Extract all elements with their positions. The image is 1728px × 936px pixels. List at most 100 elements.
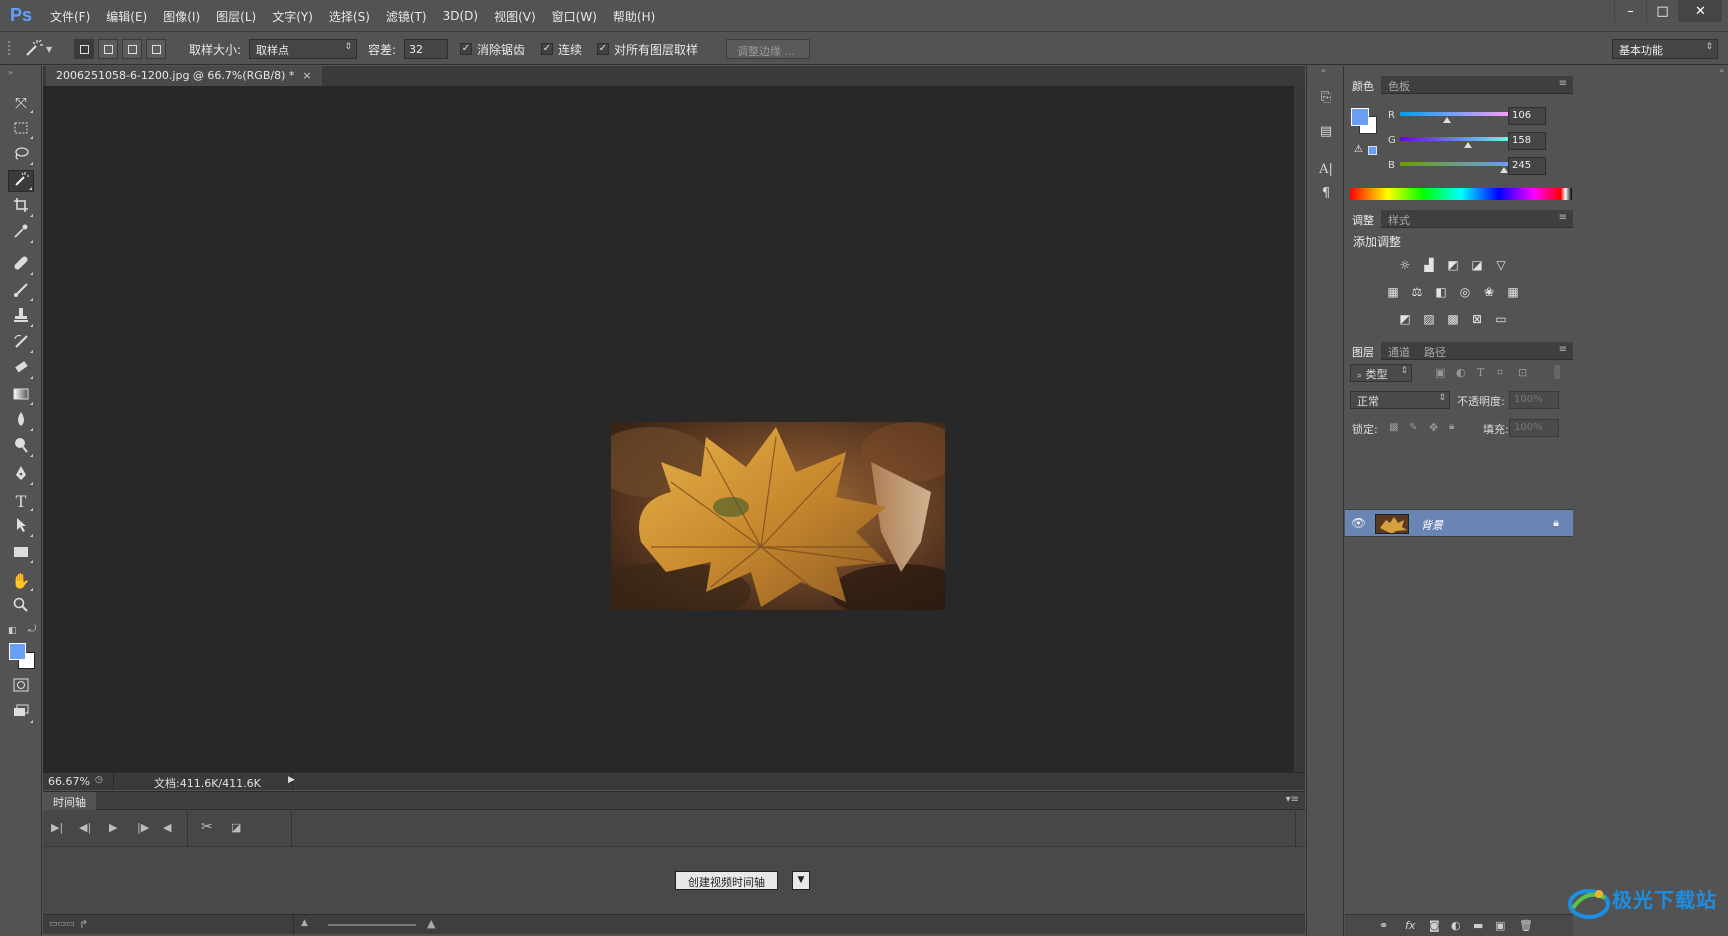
clone-stamp-tool[interactable] [8,306,34,328]
blend-mode-select[interactable]: 正常 [1350,391,1450,409]
panel-menu-icon[interactable]: ▾≡ [1286,794,1299,805]
timeline-tab[interactable]: 时间轴 [43,792,96,810]
history-panel-icon[interactable]: ⎘ [1315,86,1337,108]
timeline-zoom-slider[interactable] [328,924,416,926]
lock-transparent-icon[interactable]: ▩ [1389,422,1398,433]
menu-edit[interactable]: 编辑(E) [98,8,155,25]
sample-size-select[interactable]: 取样点 [249,39,357,59]
zoom-options-icon[interactable]: ◷ [95,775,103,785]
character-panel-icon[interactable]: A| [1315,158,1337,180]
dodge-tool[interactable] [8,436,34,458]
next-frame-icon[interactable]: |▶ [137,821,149,834]
properties-panel-icon[interactable]: ▤ [1315,120,1337,142]
channel-mixer-icon[interactable]: ❀ [1481,284,1497,300]
layer-name[interactable]: 背景 [1421,517,1443,533]
menu-type[interactable]: 文字(Y) [264,8,321,25]
filter-toggle[interactable] [1554,365,1560,379]
leaf-photo[interactable] [611,422,945,610]
brightness-icon[interactable]: ☼ [1397,257,1413,273]
black-white-icon[interactable]: ◧ [1433,284,1449,300]
tab-paths[interactable]: 路径 [1417,342,1453,360]
green-value-input[interactable]: 158 [1508,132,1546,150]
delete-layer-icon[interactable]: 🗑︎ [1519,919,1533,932]
zoom-level[interactable]: 66.67% [48,775,90,788]
smart-object-filter-icon[interactable]: ⊡ [1518,366,1527,379]
menu-help[interactable]: 帮助(H) [605,8,663,25]
new-layer-icon[interactable]: ▣ [1495,919,1505,932]
canvas-vertical-scrollbar[interactable] [1293,86,1305,772]
warning-icon[interactable]: ⚠ [1354,144,1363,155]
hue-saturation-icon[interactable]: ▦ [1385,284,1401,300]
magic-wand-tool[interactable] [8,170,34,192]
type-tool[interactable]: T [8,490,34,512]
fx-icon[interactable]: fx [1405,919,1415,932]
close-button[interactable]: ✕ [1678,0,1722,22]
layer-row-background[interactable]: 👁︎ 背景 🔒︎ [1345,509,1573,537]
tolerance-input[interactable]: 32 [404,39,448,59]
transition-icon[interactable]: ◪ [231,821,241,834]
menu-file[interactable]: 文件(F) [42,8,98,25]
create-video-timeline-button[interactable]: 创建视频时间轴 [675,871,778,890]
link-layers-icon[interactable]: ⚭ [1379,919,1388,932]
swap-colors-icon[interactable]: ⤾ [28,624,36,635]
panel-menu-icon[interactable]: ≡ [1559,78,1567,89]
collapse-panels-icon[interactable]: » [1719,66,1724,75]
blue-track[interactable] [1400,162,1512,166]
history-brush-tool[interactable] [8,332,34,354]
screen-mode-button[interactable] [8,702,34,724]
blue-value-input[interactable]: 245 [1508,157,1546,175]
menu-filter[interactable]: 滤镜(T) [378,8,435,25]
lock-all-icon[interactable]: 🔒︎ [1449,421,1454,432]
subtract-selection-button[interactable] [122,39,142,59]
menu-select[interactable]: 选择(S) [321,8,378,25]
panel-menu-icon[interactable]: ≡ [1559,344,1567,355]
maximize-button[interactable]: □ [1646,0,1678,22]
blur-tool[interactable] [8,410,34,432]
chevron-down-icon[interactable]: ▼ [792,871,810,890]
panel-menu-icon[interactable]: ≡ [1559,212,1567,223]
vibrance-icon[interactable]: ▽ [1493,257,1509,273]
marquee-tool[interactable] [8,118,34,140]
foreground-color-swatch[interactable] [9,643,26,660]
quick-mask-button[interactable] [8,676,34,698]
gradient-tool[interactable] [8,384,34,406]
canvas-area[interactable] [43,86,1293,772]
curves-icon[interactable]: ◩ [1445,257,1461,273]
contiguous-checkbox[interactable]: ✓ 连续 [541,41,582,58]
new-selection-button[interactable] [74,39,94,59]
color-lookup-icon[interactable]: ▦ [1505,284,1521,300]
first-frame-icon[interactable]: ▶| [51,821,63,834]
audio-icon[interactable]: ◀ [163,821,171,834]
default-colors-icon[interactable]: ◧ [8,626,17,636]
crop-tool[interactable] [8,196,34,218]
tab-adjustments[interactable]: 调整 [1345,210,1381,228]
color-balance-icon[interactable]: ⚖ [1409,284,1425,300]
lock-pixels-icon[interactable]: ✎ [1409,422,1417,433]
color-spectrum-bar[interactable] [1350,188,1572,200]
tab-channels[interactable]: 通道 [1381,342,1417,360]
tab-color[interactable]: 颜色 [1345,76,1381,94]
adjustment-filter-icon[interactable]: ◐ [1456,366,1466,379]
document-tab[interactable]: 2006251058-6-1200.jpg @ 66.7%(RGB/8) * × [46,66,322,86]
pixel-filter-icon[interactable]: ▣ [1435,366,1445,379]
status-menu-icon[interactable]: ▶ [288,775,295,785]
photo-filter-icon[interactable]: ◎ [1457,284,1473,300]
close-tab-icon[interactable]: × [302,69,311,82]
color-panel-foreground-swatch[interactable] [1351,108,1369,126]
workspace-select[interactable]: 基本功能 [1612,39,1718,59]
zoom-out-timeline-icon[interactable]: ▲ [301,918,308,928]
intersect-selection-button[interactable] [146,39,166,59]
lock-position-icon[interactable]: ✥ [1429,421,1438,434]
zoom-tool[interactable] [8,596,34,618]
collapse-toolbox-icon[interactable]: » [8,68,13,77]
selective-color-icon[interactable]: ⊠ [1469,311,1485,327]
type-filter-icon[interactable]: T [1477,366,1484,379]
blue-thumb[interactable] [1499,167,1508,173]
invert-icon[interactable]: ◩ [1397,311,1413,327]
menu-view[interactable]: 视图(V) [486,8,544,25]
antialias-checkbox[interactable]: ✓ 消除锯齿 [460,41,525,58]
play-icon[interactable]: ▶ [109,821,117,834]
menu-image[interactable]: 图像(I) [155,8,208,25]
previous-frame-icon[interactable]: ◀| [79,821,91,834]
tab-styles[interactable]: 样式 [1381,210,1417,228]
